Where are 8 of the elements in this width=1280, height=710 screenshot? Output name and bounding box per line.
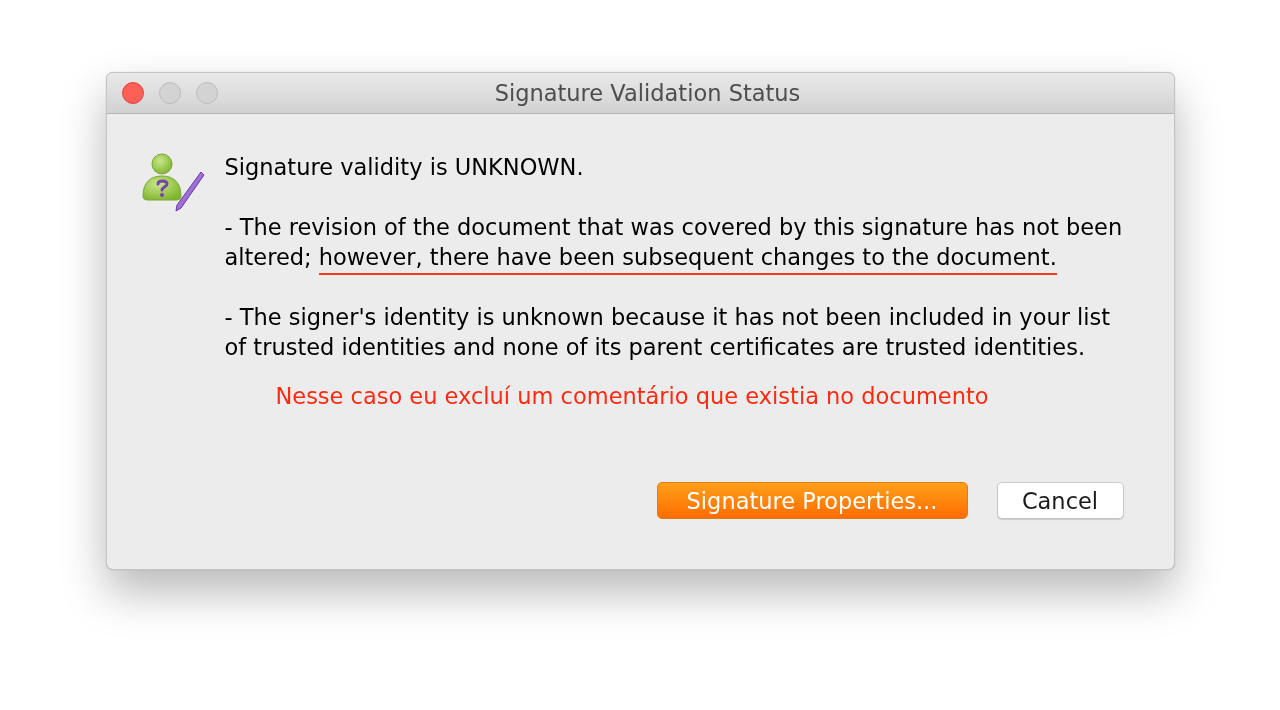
person-pen-icon <box>140 152 207 212</box>
cancel-button[interactable]: Cancel <box>996 482 1124 519</box>
close-button[interactable] <box>121 82 144 104</box>
detail-paragraph: - The signer's identity is unknown because it has not been included in your list of trusted identities and none of its parent certificates are trusted identities. <box>224 303 1112 362</box>
window-title: Signature Validation Status <box>494 80 801 106</box>
annotation-note: Nesse caso eu excluí um comentário que existia no documento <box>275 382 989 411</box>
status-message: Signature validity is UNKNOWN. <box>224 153 585 182</box>
detail-paragraph: - The revision of the document that was covered by this signature has not been altered; however, there have been subsequent changes to the document. <box>224 212 1124 272</box>
